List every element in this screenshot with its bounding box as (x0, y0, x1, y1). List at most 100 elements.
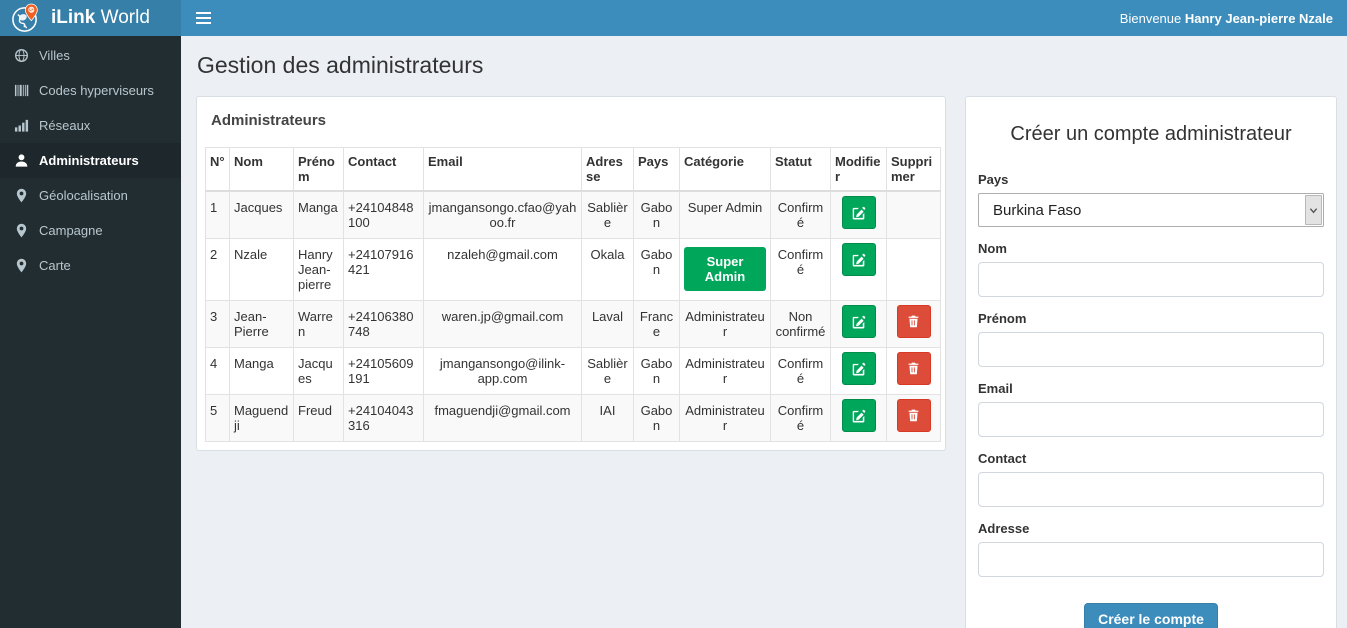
cell-no: 1 (205, 190, 230, 239)
cell-statut: Non confirmé (770, 300, 831, 348)
cell-no: 5 (205, 394, 230, 442)
edit-icon (852, 362, 865, 375)
column-header-modifier: Modifier (830, 147, 887, 192)
field-nom: Nom (978, 241, 1324, 297)
table-row: 5 Maguendji Freud +24104043316 fmaguendj… (205, 394, 941, 442)
adresse-input[interactable] (978, 542, 1324, 577)
cell-adresse: Sablière (581, 347, 634, 395)
cell-contact: +24106380748 (343, 300, 424, 348)
cell-nom: Manga (229, 347, 294, 395)
administrators-table: N° Nom Prénom Contact Email Adresse Pays… (205, 147, 941, 442)
sidebar-item-villes[interactable]: Villes (0, 38, 181, 73)
cell-modifier (830, 238, 887, 301)
pays-select[interactable]: Burkina Faso (978, 193, 1324, 227)
cell-prenom: Manga (293, 190, 344, 239)
prenom-input[interactable] (978, 332, 1324, 367)
field-pays: Pays Burkina Faso (978, 172, 1324, 227)
cell-modifier (830, 300, 887, 348)
cell-email: jmangansongo.cfao@yahoo.fr (423, 190, 582, 239)
adresse-label: Adresse (978, 521, 1030, 536)
field-prenom: Prénom (978, 311, 1324, 367)
create-admin-panel: Créer un compte administrateur Pays Burk… (965, 96, 1337, 628)
contact-label: Contact (978, 451, 1027, 466)
user-icon (15, 154, 28, 167)
map-marker-icon (16, 223, 27, 238)
sidebar-item-codes-hyperviseurs[interactable]: Codes hyperviseurs (0, 73, 181, 108)
delete-button[interactable] (896, 352, 931, 385)
app-title: iLink World (51, 7, 150, 28)
cell-contact: +24107916421 (343, 238, 424, 301)
cell-statut: Confirmé (770, 347, 831, 395)
delete-button[interactable] (896, 399, 931, 432)
cell-statut: Confirmé (770, 394, 831, 442)
cell-prenom: Jacques (293, 347, 344, 395)
cell-modifier (830, 347, 887, 395)
edit-button[interactable] (841, 305, 876, 338)
column-header-contact: Contact (343, 147, 424, 192)
cell-no: 4 (205, 347, 230, 395)
cell-pays: Gabon (633, 190, 680, 239)
table-row: 1 Jacques Manga +24104848100 jmangansong… (205, 190, 941, 239)
cell-no: 3 (205, 300, 230, 348)
delete-button[interactable] (896, 305, 931, 338)
barcode-icon (14, 84, 29, 97)
main-content: Gestion des administrateurs Administrate… (181, 36, 1347, 628)
contact-input[interactable] (978, 472, 1324, 507)
cell-prenom: Hanry Jean-pierre (293, 238, 344, 301)
cell-statut: Confirmé (770, 190, 831, 239)
create-account-button[interactable]: Créer le compte (1084, 603, 1218, 628)
panel-title: Administrateurs (211, 112, 327, 129)
pays-select-value: Burkina Faso (993, 201, 1082, 219)
chevron-down-icon (1305, 195, 1322, 225)
sidebar-item-carte[interactable]: Carte (0, 248, 181, 283)
column-header-categorie: Catégorie (679, 147, 771, 192)
nom-input[interactable] (978, 262, 1324, 297)
map-marker-icon (16, 258, 27, 273)
sidebar-item-reseaux[interactable]: Réseaux (0, 108, 181, 143)
cell-email: jmangansongo@ilink-app.com (423, 347, 582, 395)
edit-button[interactable] (841, 196, 876, 229)
bar-chart-icon (14, 119, 29, 132)
cell-pays: Gabon (633, 347, 680, 395)
column-header-statut: Statut (770, 147, 831, 192)
pays-label: Pays (978, 172, 1009, 187)
column-header-supprimer: Supprimer (886, 147, 941, 192)
cell-statut: Confirmé (770, 238, 831, 301)
cell-categorie: Administrateur (679, 394, 771, 442)
email-input[interactable] (978, 402, 1324, 437)
column-header-prenom: Prénom (293, 147, 344, 192)
top-header: $ iLink World Bienvenue Hanry Jean-pierr… (0, 0, 1347, 36)
trash-icon (908, 409, 919, 422)
cell-adresse: IAI (581, 394, 634, 442)
prenom-label: Prénom (978, 311, 1027, 326)
sidebar-nav: Villes Codes hyperviseurs Réseaux Admini… (0, 36, 181, 628)
sidebar-item-administrateurs[interactable]: Administrateurs (0, 143, 181, 178)
cell-contact: +24104043316 (343, 394, 424, 442)
map-marker-icon (16, 188, 27, 203)
edit-button[interactable] (841, 352, 876, 385)
cell-categorie: Super Admin (679, 238, 771, 301)
cell-contact: +24104848100 (343, 190, 424, 239)
cell-modifier (830, 190, 887, 239)
nom-label: Nom (978, 241, 1007, 256)
welcome-message: Bienvenue Hanry Jean-pierre Nzale (1119, 10, 1333, 26)
cell-supprimer (886, 190, 941, 239)
sidebar-item-geolocalisation[interactable]: Géolocalisation (0, 178, 181, 213)
categorie-value: Administrateur (685, 309, 765, 339)
trash-icon (908, 315, 919, 328)
brand-logo-area[interactable]: $ iLink World (0, 0, 181, 36)
cell-nom: Jean-Pierre (229, 300, 294, 348)
table-row: 4 Manga Jacques +24105609191 jmangansong… (205, 347, 941, 395)
categorie-value: Administrateur (685, 356, 765, 386)
edit-button[interactable] (841, 243, 876, 276)
sidebar-toggle-button[interactable] (181, 0, 225, 36)
cell-categorie: Administrateur (679, 300, 771, 348)
cell-email: nzaleh@gmail.com (423, 238, 582, 301)
categorie-value: Super Admin (687, 200, 763, 215)
field-adresse: Adresse (978, 521, 1324, 577)
cell-supprimer (886, 300, 941, 348)
administrators-panel: Administrateurs N° Nom Prénom Contact Em… (196, 96, 946, 451)
cell-no: 2 (205, 238, 230, 301)
sidebar-item-campagne[interactable]: Campagne (0, 213, 181, 248)
edit-button[interactable] (841, 399, 876, 432)
